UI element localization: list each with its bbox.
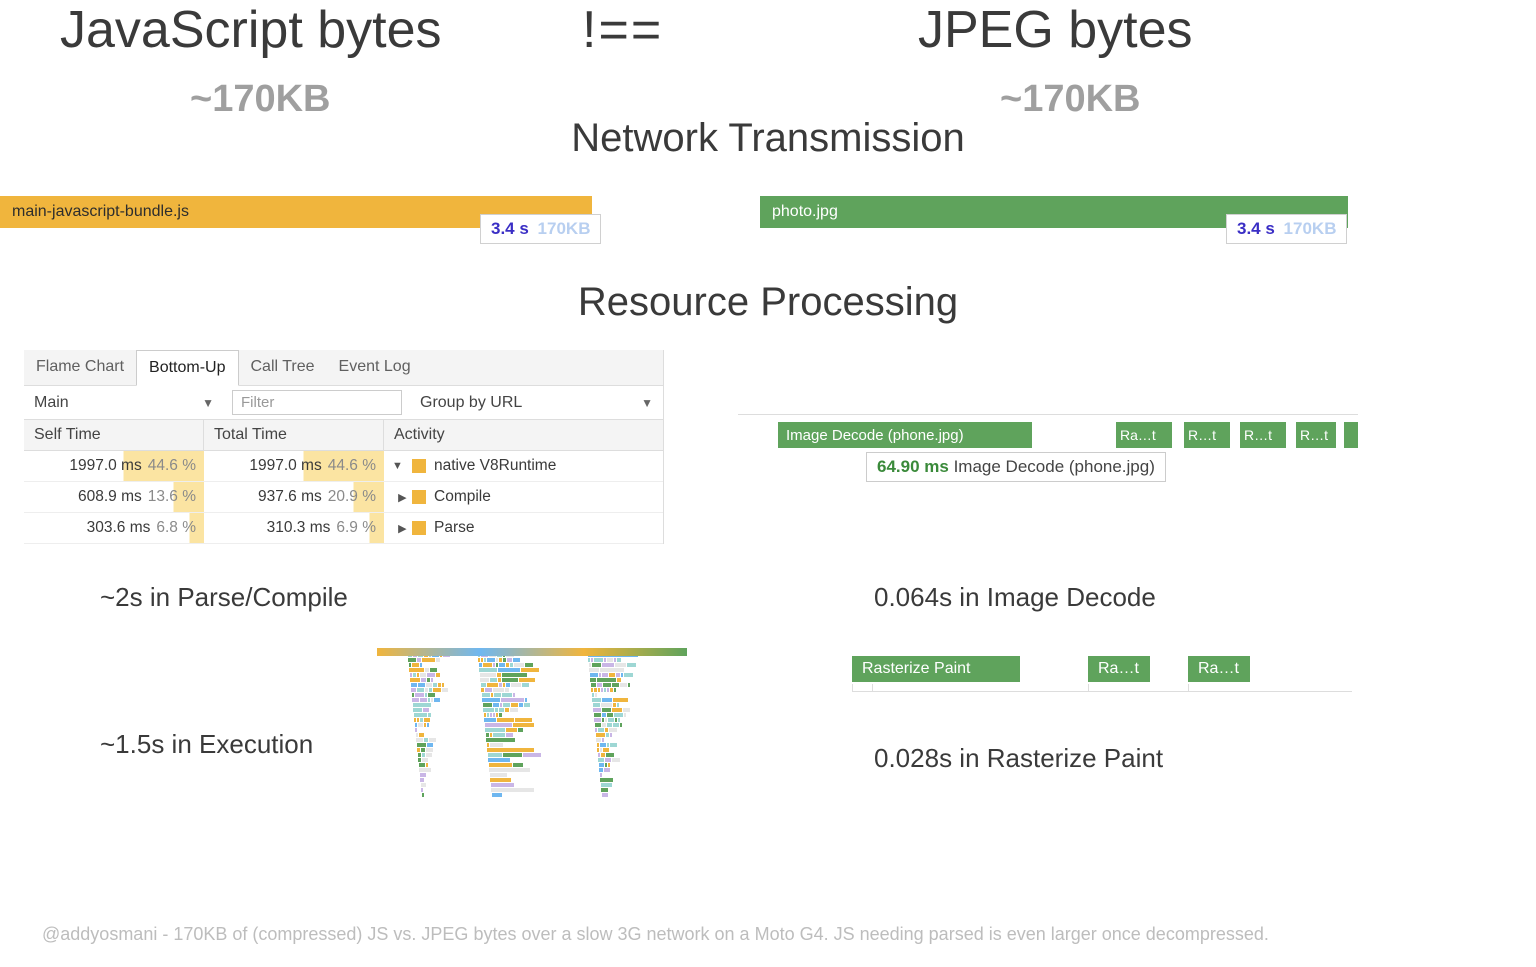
decode-tooltip-lbl: Image Decode (phone.jpg) (954, 457, 1155, 476)
decode-bar-main: Image Decode (phone.jpg) (778, 422, 1032, 448)
tab-bottomup[interactable]: Bottom-Up (136, 350, 238, 386)
footer-credit: @addyosmani - 170KB of (compressed) JS v… (42, 924, 1516, 945)
image-decode-trace: Image Decode (phone.jpg) Ra…t R…t R…t R…… (738, 414, 1358, 504)
summary-execution: ~1.5s in Execution (100, 729, 313, 760)
table-row[interactable]: 1997.0 ms44.6 %1997.0 ms44.6 %▼native V8… (24, 451, 663, 482)
jpeg-time: 3.4 s (1237, 219, 1275, 238)
expand-icon[interactable]: ▼ (392, 460, 404, 472)
thread-select[interactable]: Main ▼ (24, 388, 224, 418)
summary-raster: 0.028s in Rasterize Paint (874, 743, 1163, 774)
js-time: 3.4 s (491, 219, 529, 238)
filter-input[interactable]: Filter (232, 390, 402, 415)
column-headers: Self Time Total Time Activity (24, 420, 663, 451)
devtools-tabs: Flame Chart Bottom-Up Call Tree Event Lo… (24, 350, 663, 386)
decode-tooltip: 64.90 ms Image Decode (phone.jpg) (866, 452, 1166, 482)
group-select[interactable]: Group by URL ▼ (410, 388, 663, 418)
tab-eventlog[interactable]: Event Log (327, 350, 423, 385)
category-swatch-icon (412, 459, 426, 473)
flame-chart (377, 648, 687, 798)
tab-calltree[interactable]: Call Tree (239, 350, 327, 385)
decode-bar-small: R…t (1184, 422, 1230, 448)
group-select-label: Group by URL (420, 394, 522, 412)
decode-bar-small (1344, 422, 1358, 448)
raster-bar-small: Ra…t (1088, 656, 1150, 682)
chevron-down-icon: ▼ (641, 396, 653, 410)
decode-tooltip-ms: 64.90 ms (877, 457, 949, 476)
table-row[interactable]: 608.9 ms13.6 %937.6 ms20.9 % ▶Compile (24, 482, 663, 513)
col-total[interactable]: Total Time (204, 420, 384, 450)
expand-icon[interactable]: ▶ (392, 491, 404, 504)
col-activity[interactable]: Activity (384, 420, 663, 450)
expand-icon[interactable]: ▶ (392, 522, 404, 535)
heading-neq: !== (582, 0, 663, 60)
heading-js: JavaScript bytes (60, 0, 442, 60)
raster-bar-small: Ra…t (1188, 656, 1250, 682)
section-resource: Resource Processing (0, 280, 1536, 325)
jpeg-size-label: ~170KB (1000, 78, 1140, 121)
jpeg-network-badge: 3.4 s 170KB (1226, 214, 1347, 244)
decode-bar-small: R…t (1296, 422, 1336, 448)
devtools-panel: Flame Chart Bottom-Up Call Tree Event Lo… (24, 350, 664, 544)
chevron-down-icon: ▼ (202, 396, 214, 410)
jpeg-size: 170KB (1284, 219, 1337, 238)
decode-bar-small: Ra…t (1116, 422, 1172, 448)
col-self[interactable]: Self Time (24, 420, 204, 450)
category-swatch-icon (412, 521, 426, 535)
section-network: Network Transmission (0, 116, 1536, 161)
summary-image-decode: 0.064s in Image Decode (874, 582, 1156, 613)
summary-parse-compile: ~2s in Parse/Compile (100, 582, 348, 613)
raster-bar-main: Rasterize Paint (852, 656, 1020, 682)
category-swatch-icon (412, 490, 426, 504)
js-network-badge: 3.4 s 170KB (480, 214, 601, 244)
tab-flame[interactable]: Flame Chart (24, 350, 136, 385)
js-size: 170KB (538, 219, 591, 238)
decode-bar-small: R…t (1240, 422, 1286, 448)
table-row[interactable]: 303.6 ms6.8 %310.3 ms6.9 % ▶Parse (24, 513, 663, 544)
rasterize-trace: Rasterize Paint Ra…t Ra…t (852, 654, 1352, 704)
js-size-label: ~170KB (190, 78, 330, 121)
heading-jpeg: JPEG bytes (918, 0, 1193, 60)
thread-select-label: Main (34, 394, 69, 412)
